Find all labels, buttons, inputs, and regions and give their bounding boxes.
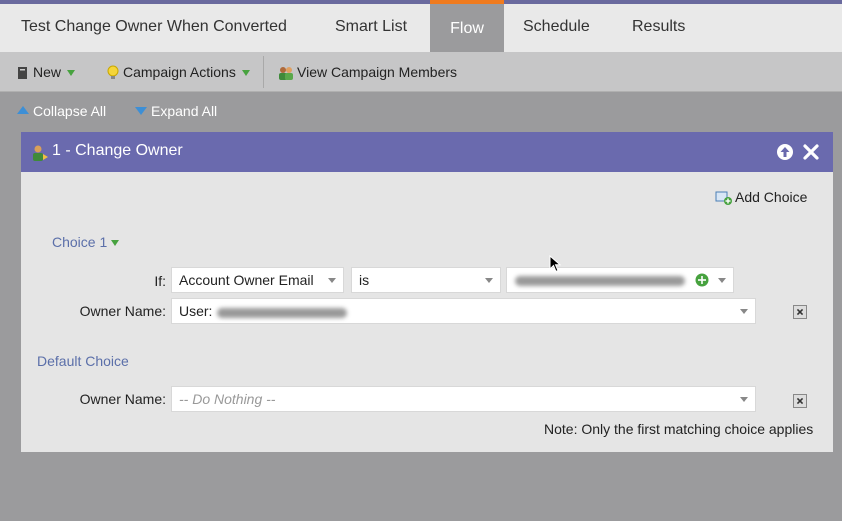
default-owner-placeholder: -- Do Nothing --	[179, 391, 276, 407]
toolbar: New Campaign Actions View Campaign Membe…	[0, 52, 842, 92]
if-label: If:	[154, 273, 166, 289]
collapse-arrow-icon	[17, 106, 29, 115]
tab-bar: Test Change Owner When Converted Smart L…	[0, 0, 842, 56]
flow-step-panel: 1 - Change Owner Add Choice Choice 1 If:…	[21, 132, 833, 452]
add-choice-label: Add Choice	[735, 189, 808, 205]
add-choice-icon	[715, 191, 732, 206]
choice-1-text: Choice 1	[52, 234, 108, 250]
tab-campaign-title[interactable]: Test Change Owner When Converted	[21, 4, 287, 52]
redacted-value	[515, 276, 685, 286]
default-owner-name-select[interactable]: -- Do Nothing --	[171, 386, 756, 412]
new-label: New	[33, 64, 62, 80]
delete-choice-icon[interactable]	[793, 305, 807, 319]
choice-1-label[interactable]: Choice 1	[52, 234, 120, 250]
chevron-down-icon	[111, 240, 120, 247]
tab-flow[interactable]: Flow	[430, 0, 504, 56]
condition-field-select[interactable]: Account Owner Email	[171, 267, 344, 293]
campaign-actions-label: Campaign Actions	[123, 64, 236, 80]
owner-name-label: Owner Name:	[79, 303, 166, 319]
toolbar-divider	[263, 56, 264, 88]
flow-step-header[interactable]: 1 - Change Owner	[21, 132, 833, 172]
chevron-down-icon	[740, 309, 748, 314]
new-button[interactable]: New	[17, 52, 76, 92]
redacted-value	[217, 308, 347, 318]
delete-default-icon[interactable]	[793, 394, 807, 408]
view-members-label: View Campaign Members	[297, 64, 458, 80]
owner-name-value: User:	[179, 303, 213, 319]
add-choice-button[interactable]: Add Choice	[715, 189, 807, 206]
view-campaign-members-button[interactable]: View Campaign Members	[277, 52, 457, 92]
matching-note: Note: Only the first matching choice app…	[544, 421, 814, 437]
close-icon[interactable]	[802, 143, 820, 161]
chevron-down-icon	[241, 70, 250, 77]
move-up-icon[interactable]	[776, 143, 794, 161]
owner-name-select[interactable]: User:	[171, 298, 756, 324]
chevron-down-icon	[67, 70, 76, 77]
condition-value-input[interactable]	[506, 267, 734, 293]
expand-arrow-icon	[135, 107, 147, 116]
chevron-down-icon	[328, 278, 336, 283]
new-doc-icon	[18, 67, 27, 80]
chevron-down-icon	[740, 397, 748, 402]
condition-field-value: Account Owner Email	[179, 272, 314, 288]
tab-results[interactable]: Results	[632, 4, 685, 52]
default-owner-name-label: Owner Name:	[79, 391, 166, 407]
expand-all-button[interactable]: Expand All	[135, 103, 217, 119]
chevron-down-icon	[718, 278, 726, 283]
default-choice-label: Default Choice	[37, 353, 129, 369]
mouse-cursor-icon	[549, 255, 561, 273]
tab-schedule[interactable]: Schedule	[523, 4, 590, 52]
lightbulb-icon	[107, 65, 119, 80]
change-owner-icon	[33, 145, 48, 161]
collapse-all-label: Collapse All	[33, 103, 107, 119]
chevron-down-icon	[485, 278, 493, 283]
people-icon	[279, 67, 293, 81]
condition-operator-value: is	[359, 272, 370, 288]
tab-smart-list[interactable]: Smart List	[335, 4, 407, 52]
condition-operator-select[interactable]: is	[351, 267, 501, 293]
expand-all-label: Expand All	[151, 103, 218, 119]
campaign-actions-button[interactable]: Campaign Actions	[107, 52, 250, 92]
flow-step-title: 1 - Change Owner	[52, 142, 183, 159]
collapse-all-button[interactable]: Collapse All	[17, 103, 106, 119]
collapse-expand-bar: Collapse All Expand All	[0, 92, 842, 130]
add-value-icon[interactable]	[695, 273, 709, 287]
